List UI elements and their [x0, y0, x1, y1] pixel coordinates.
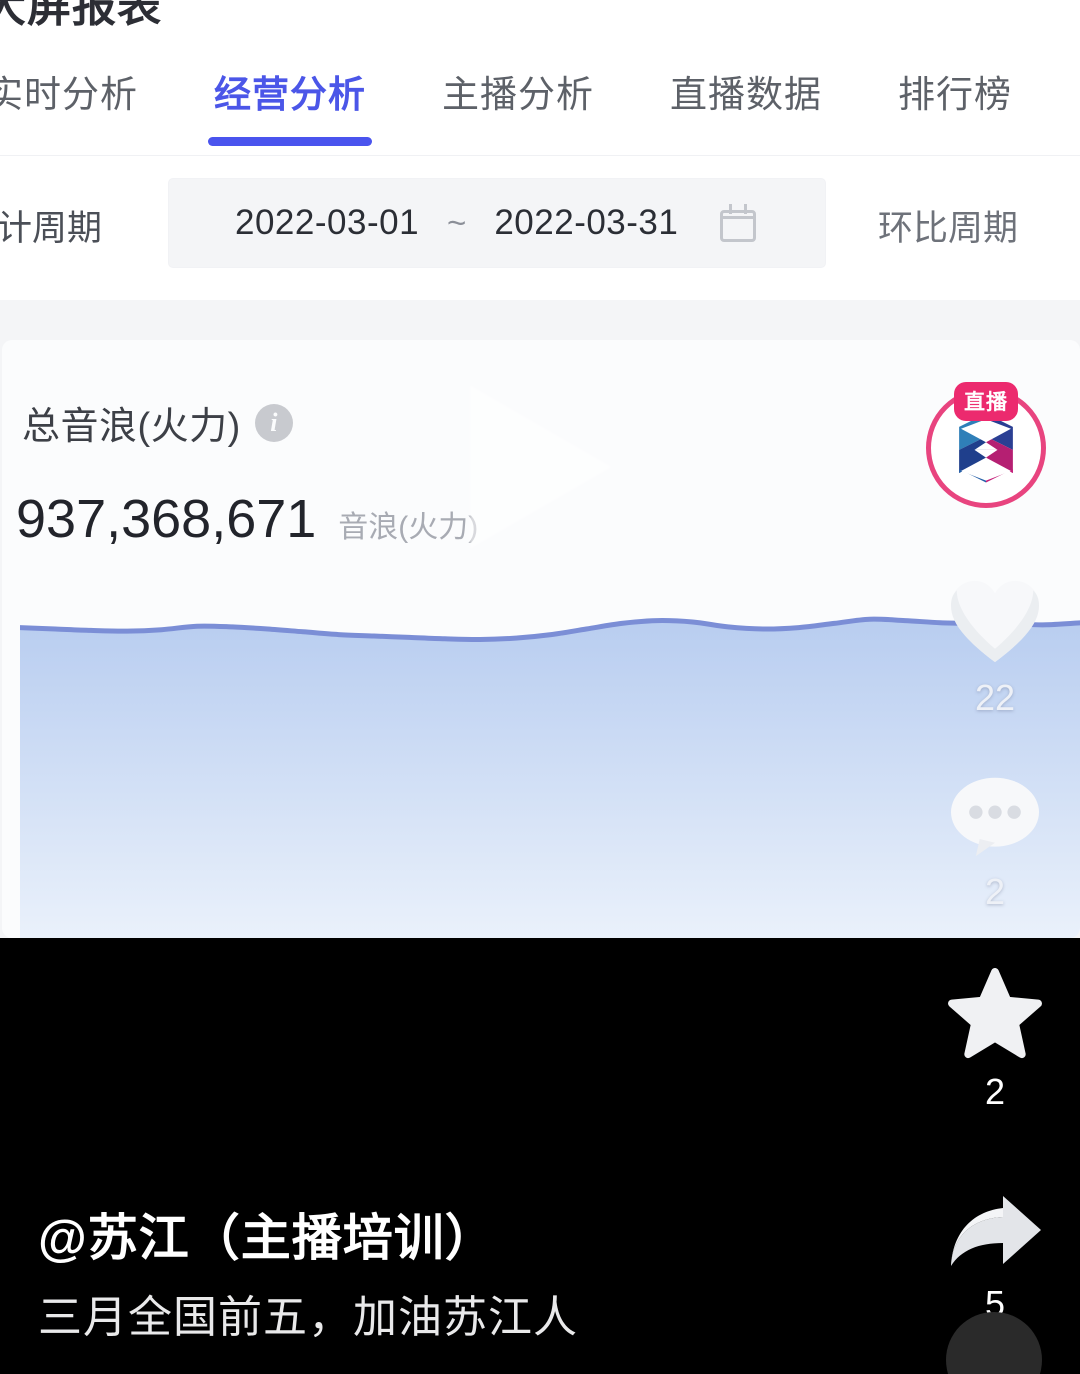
avatar[interactable]: 直播 [926, 388, 1046, 508]
favorite-count: 2 [985, 1074, 1005, 1110]
tab-label: 排行榜 [898, 74, 1012, 115]
play-triangle-icon[interactable] [470, 385, 612, 549]
share-button[interactable]: 5 [910, 1188, 1080, 1322]
star-icon [947, 968, 1043, 1060]
date-range-separator: ~ [447, 204, 466, 242]
tab-bar: 实时分析 经营分析 主播分析 直播数据 排行榜 [0, 68, 1050, 122]
metric-value: 937,368,671 [16, 488, 316, 550]
info-icon[interactable]: i [255, 404, 293, 442]
video-player-screen: 大屏报表 实时分析 经营分析 主播分析 直播数据 [0, 0, 1080, 1374]
live-badge: 直播 [954, 382, 1018, 421]
compare-period-label[interactable]: 环比周期 [878, 200, 1018, 251]
tab-business-analysis[interactable]: 经营分析 [176, 68, 404, 122]
comment-count: 2 [985, 874, 1005, 910]
author-username[interactable]: @苏江（主播培训） [38, 1205, 858, 1273]
share-count: 5 [985, 1286, 1005, 1322]
comment-icon [947, 772, 1043, 860]
caption-block: @苏江（主播培训） 三月全国前五，加油苏江人 [38, 1205, 858, 1346]
heart-icon [947, 578, 1043, 666]
dashboard-header: 大屏报表 实时分析 经营分析 主播分析 直播数据 [0, 0, 1080, 155]
calendar-icon[interactable] [720, 204, 756, 242]
date-to-value[interactable]: 2022-03-31 [494, 203, 678, 243]
comment-button[interactable]: 2 [910, 772, 1080, 910]
favorite-button[interactable]: 2 [910, 968, 1080, 1110]
tab-label: 主播分析 [442, 74, 594, 115]
calendar-body [720, 210, 756, 242]
share-icon [945, 1188, 1045, 1272]
metric-title: 总音浪(火力) [22, 395, 241, 450]
date-from-value[interactable]: 2022-03-01 [235, 203, 419, 243]
active-tab-underline [208, 137, 372, 146]
tab-label: 直播数据 [670, 74, 822, 115]
like-button[interactable]: 22 [910, 578, 1080, 716]
date-range-picker[interactable]: 2022-03-01 ~ 2022-03-31 [168, 178, 826, 268]
page-title: 大屏报表 [0, 0, 162, 34]
metric-value-row: 937,368,671 音浪(火力) [16, 488, 478, 550]
tab-leaderboard[interactable]: 排行榜 [860, 68, 1050, 122]
like-count: 22 [975, 680, 1015, 716]
tab-anchor-analysis[interactable]: 主播分析 [404, 68, 632, 122]
calendar-header-bar [720, 216, 756, 219]
caption-text: 三月全国前五，加油苏江人 [38, 1289, 858, 1346]
tab-label: 实时分析 [0, 74, 138, 115]
tab-realtime-analysis[interactable]: 实时分析 [0, 68, 176, 122]
filter-bar: 统计周期 2022-03-01 ~ 2022-03-31 环比周期 [0, 155, 1080, 300]
metric-title-row: 总音浪(火力) i [22, 395, 293, 450]
tab-label: 经营分析 [214, 74, 366, 115]
metric-unit: 音浪(火力) [338, 502, 478, 546]
statistic-period-label: 统计周期 [0, 200, 102, 251]
tab-live-data[interactable]: 直播数据 [632, 68, 860, 122]
